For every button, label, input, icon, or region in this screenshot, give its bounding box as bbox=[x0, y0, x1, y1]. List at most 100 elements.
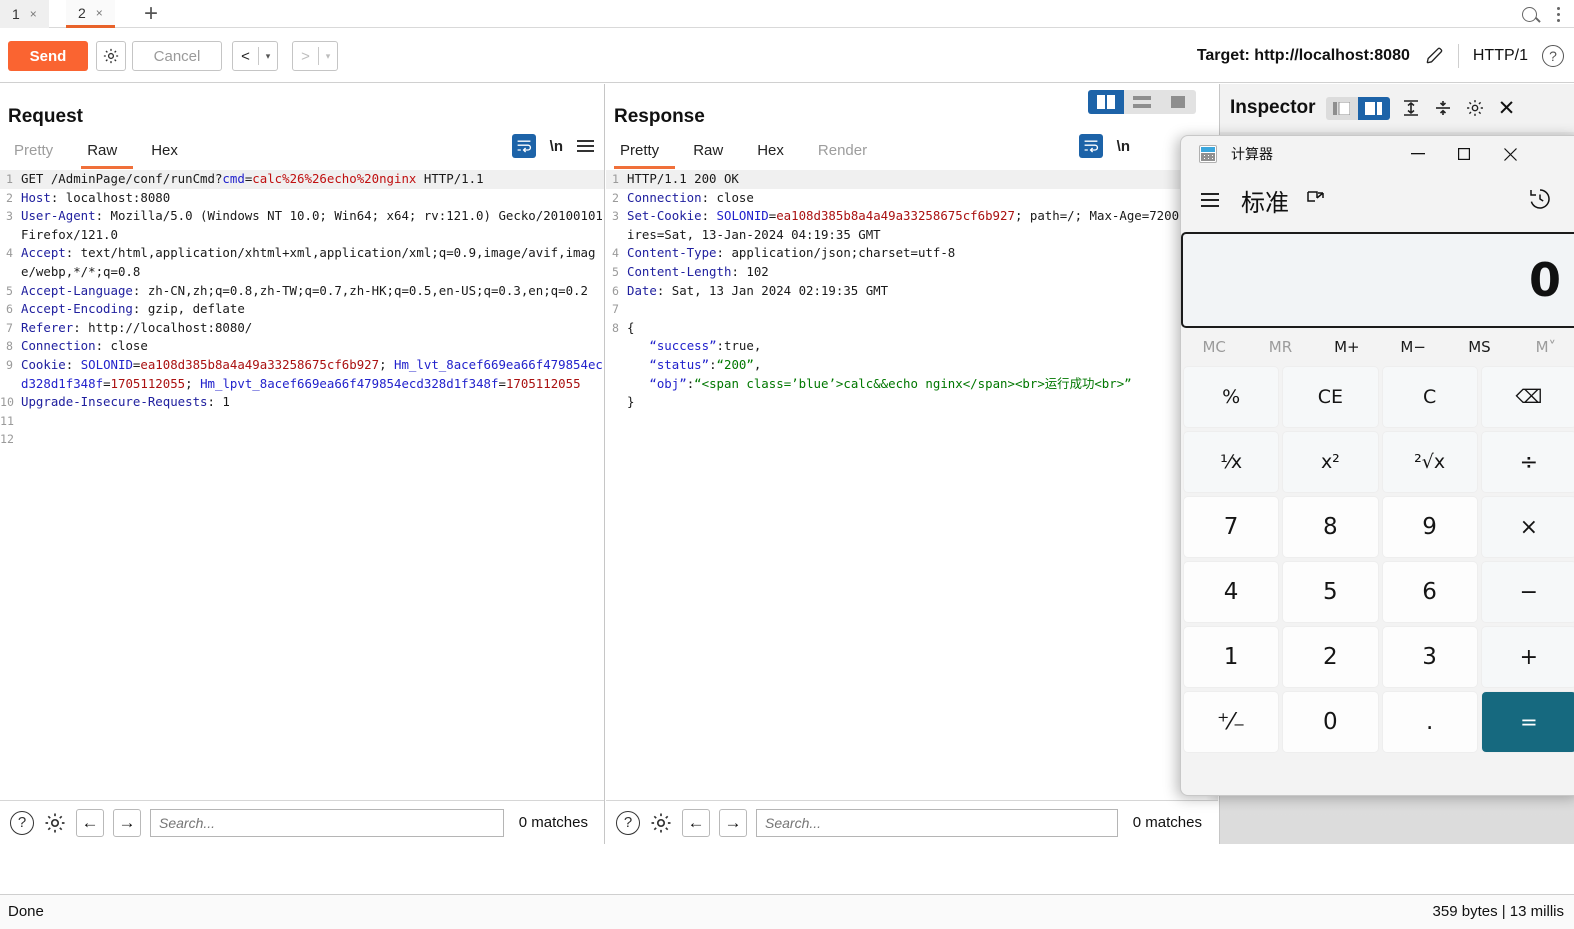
tab-raw[interactable]: Raw bbox=[81, 138, 134, 169]
add-key[interactable]: + bbox=[1480, 626, 1574, 688]
collapse-all-icon[interactable] bbox=[1432, 97, 1454, 119]
digit-8-key[interactable]: 8 bbox=[1282, 496, 1379, 558]
search-input[interactable] bbox=[150, 808, 504, 837]
memory-m-button[interactable]: M+ bbox=[1314, 338, 1380, 356]
hamburger-icon[interactable] bbox=[577, 140, 594, 152]
close-button[interactable] bbox=[1487, 136, 1533, 172]
digit-5-key[interactable]: 5 bbox=[1282, 561, 1379, 623]
digit-4-key[interactable]: 4 bbox=[1183, 561, 1280, 623]
help-icon[interactable]: ? bbox=[1542, 45, 1564, 67]
close-icon[interactable]: ✕ bbox=[1496, 97, 1518, 120]
next-request-button[interactable]: > ▾ bbox=[292, 41, 338, 71]
prev-arrow-icon: < bbox=[241, 47, 250, 65]
calculator-display[interactable]: 0 bbox=[1181, 232, 1574, 328]
expand-all-icon[interactable] bbox=[1400, 97, 1422, 119]
single-pane-layout-button[interactable] bbox=[1160, 90, 1196, 114]
line-number bbox=[606, 337, 622, 356]
code-line: “success”:true, bbox=[606, 337, 1218, 356]
code-text: Host: localhost:8080 bbox=[21, 189, 171, 205]
memory-mc-button[interactable]: MC bbox=[1181, 338, 1247, 356]
percent-key[interactable]: % bbox=[1183, 366, 1280, 428]
backspace-key[interactable]: ⌫ bbox=[1480, 366, 1574, 428]
search-previous-button[interactable]: ← bbox=[682, 808, 710, 837]
request-panel-icons: \n bbox=[511, 134, 594, 158]
newline-toggle[interactable]: \n bbox=[550, 138, 563, 155]
send-settings-button[interactable] bbox=[96, 41, 126, 71]
code-line: 9 Cookie: SOLONID=ea108d385b8a4a49a332586… bbox=[0, 356, 604, 393]
decimal-key[interactable]: . bbox=[1381, 691, 1478, 753]
memory-m-button[interactable]: M− bbox=[1380, 338, 1446, 356]
cancel-button[interactable]: Cancel bbox=[132, 41, 222, 71]
code-text: Referer: http://localhost:8080/ bbox=[21, 319, 253, 335]
divide-key[interactable]: ÷ bbox=[1480, 431, 1574, 493]
digit-7-key[interactable]: 7 bbox=[1183, 496, 1280, 558]
search-next-button[interactable]: → bbox=[719, 808, 747, 837]
new-tab-button[interactable]: + bbox=[134, 0, 168, 28]
digit-0-key[interactable]: 0 bbox=[1282, 691, 1379, 753]
gear-icon[interactable] bbox=[649, 811, 673, 835]
http-version-label[interactable]: HTTP/1 bbox=[1473, 47, 1528, 65]
search-previous-button[interactable]: ← bbox=[76, 808, 104, 837]
keep-on-top-icon[interactable] bbox=[1305, 189, 1327, 211]
digit-3-key[interactable]: 3 bbox=[1381, 626, 1478, 688]
repeater-tab-2[interactable]: 2 × bbox=[66, 0, 115, 28]
negate-key[interactable]: ⁺⁄₋ bbox=[1183, 691, 1280, 753]
line-number: 6 bbox=[612, 283, 619, 298]
line-number bbox=[606, 393, 622, 412]
calculator-title-bar[interactable]: 计算器 bbox=[1181, 136, 1574, 172]
reciprocal-key[interactable]: ⅟x bbox=[1183, 431, 1280, 493]
side-by-side-layout-button[interactable] bbox=[1088, 90, 1124, 114]
clear-key[interactable]: C bbox=[1381, 366, 1478, 428]
pencil-icon[interactable] bbox=[1424, 46, 1444, 66]
equals-key[interactable]: = bbox=[1480, 691, 1574, 753]
memory-ms-button[interactable]: MS bbox=[1446, 338, 1512, 356]
hamburger-icon[interactable] bbox=[1195, 187, 1225, 213]
clear-entry-key[interactable]: CE bbox=[1282, 366, 1379, 428]
response-panel-title: Response bbox=[614, 106, 705, 127]
repeater-tab-1[interactable]: 1 × bbox=[0, 0, 49, 28]
digit-6-key[interactable]: 6 bbox=[1381, 561, 1478, 623]
subtract-key[interactable]: − bbox=[1480, 561, 1574, 623]
previous-request-button[interactable]: < ▾ bbox=[232, 41, 278, 71]
help-icon[interactable]: ? bbox=[616, 810, 640, 835]
square-root-key[interactable]: ²√x bbox=[1381, 431, 1478, 493]
search-next-button[interactable]: → bbox=[113, 808, 141, 837]
digit-2-key[interactable]: 2 bbox=[1282, 626, 1379, 688]
gear-icon[interactable] bbox=[1464, 97, 1486, 119]
code-text: Content-Length: 102 bbox=[627, 263, 769, 279]
kebab-menu-icon[interactable] bbox=[1551, 5, 1566, 24]
digit-9-key[interactable]: 9 bbox=[1381, 496, 1478, 558]
word-wrap-icon[interactable] bbox=[511, 134, 536, 158]
tab-render[interactable]: Render bbox=[812, 138, 883, 169]
history-icon[interactable] bbox=[1527, 186, 1553, 212]
request-editor[interactable]: 1 GET /AdminPage/conf/runCmd?cmd=calc%26%… bbox=[0, 170, 604, 800]
newline-toggle[interactable]: \n bbox=[1117, 138, 1130, 155]
square-key[interactable]: x² bbox=[1282, 431, 1379, 493]
tab-hex[interactable]: Hex bbox=[145, 138, 194, 169]
tab-raw[interactable]: Raw bbox=[687, 138, 739, 169]
gear-icon[interactable] bbox=[43, 811, 67, 835]
multiply-key[interactable]: × bbox=[1480, 496, 1574, 558]
tab-pretty[interactable]: Pretty bbox=[8, 138, 69, 169]
close-icon[interactable]: × bbox=[96, 6, 103, 20]
memory-m-button[interactable]: M˅ bbox=[1513, 338, 1574, 356]
help-icon[interactable]: ? bbox=[10, 810, 34, 835]
tab-hex[interactable]: Hex bbox=[751, 138, 800, 169]
word-wrap-icon[interactable] bbox=[1078, 134, 1103, 158]
close-icon[interactable]: × bbox=[30, 7, 37, 21]
tab-pretty[interactable]: Pretty bbox=[614, 138, 676, 169]
maximize-button[interactable] bbox=[1441, 136, 1487, 172]
status-message: Done bbox=[8, 903, 44, 920]
minimize-button[interactable] bbox=[1395, 136, 1441, 172]
code-line: 3 User-Agent: Mozilla/5.0 (Windows NT 10.… bbox=[0, 207, 604, 244]
digit-1-key[interactable]: 1 bbox=[1183, 626, 1280, 688]
inspector-right-layout-button[interactable] bbox=[1357, 96, 1390, 120]
response-editor[interactable]: 1 HTTP/1.1 200 OK 2 Connection: close 3 Set-C… bbox=[606, 170, 1218, 800]
stacked-layout-button[interactable] bbox=[1124, 90, 1160, 114]
send-button[interactable]: Send bbox=[8, 41, 88, 71]
search-input[interactable] bbox=[756, 808, 1118, 837]
inspector-left-layout-button[interactable] bbox=[1326, 97, 1358, 120]
search-icon[interactable] bbox=[1522, 6, 1537, 22]
code-line: 1 HTTP/1.1 200 OK bbox=[606, 170, 1218, 189]
memory-mr-button[interactable]: MR bbox=[1247, 338, 1313, 356]
